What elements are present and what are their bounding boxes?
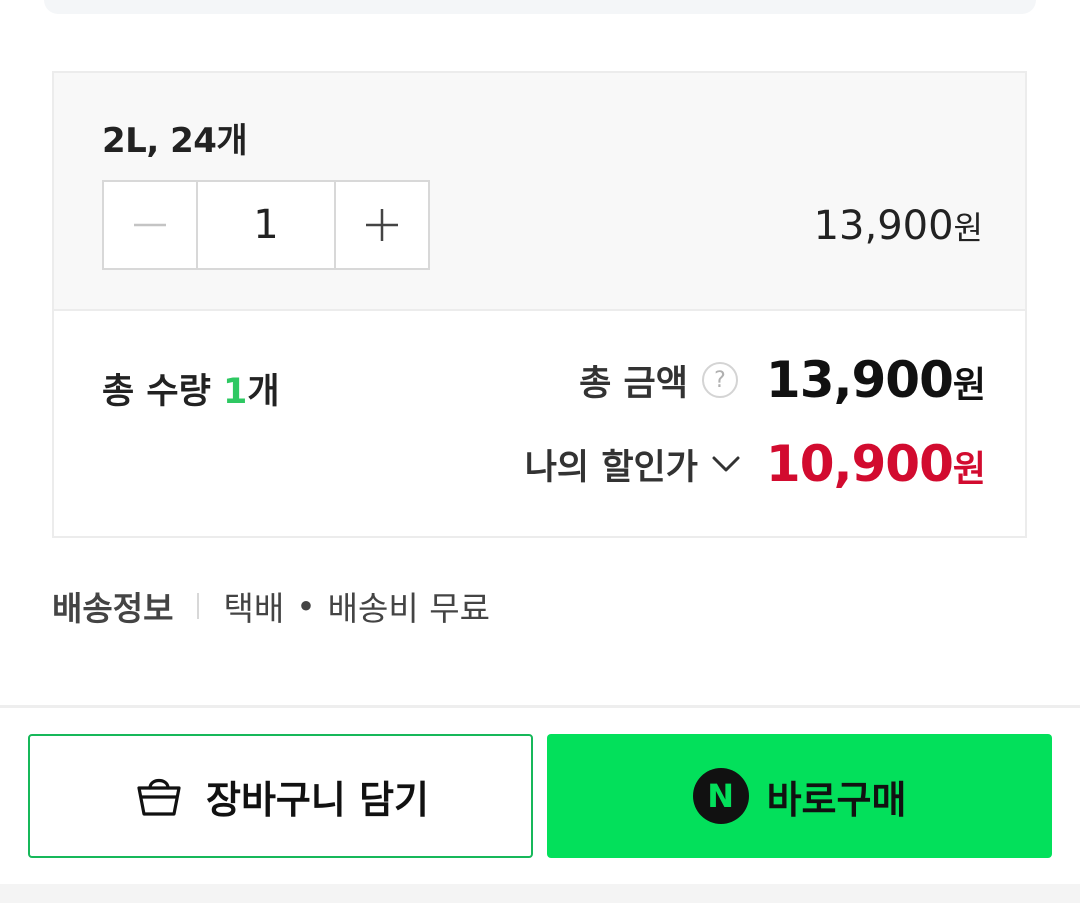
- shipping-label: 배송정보: [52, 589, 174, 628]
- shipping-fee: 배송비 무료: [327, 589, 490, 628]
- shipping-method: 택배: [223, 589, 285, 628]
- total-quantity-unit: 개: [247, 372, 280, 412]
- question-circle-icon[interactable]: ?: [701, 362, 738, 398]
- buy-now-button[interactable]: N 바로구매: [547, 734, 1052, 858]
- discount-number: 10,900: [765, 435, 954, 493]
- increase-quantity-button[interactable]: [334, 182, 428, 268]
- discount-row[interactable]: 나의 할인가 10,900원: [525, 435, 986, 493]
- selected-option-panel: 2L, 24개 1 13,900원 총 수량 1개 총 금액 ? 13,900원…: [52, 71, 1027, 538]
- total-amount-number: 13,900: [765, 351, 954, 409]
- order-summary: 총 수량 1개 총 금액 ? 13,900원 나의 할인가 10,900원: [54, 311, 1025, 536]
- bottom-bar-divider: [0, 705, 1080, 708]
- quantity-value[interactable]: 1: [198, 182, 334, 268]
- discount-label[interactable]: 나의 할인가: [525, 439, 698, 490]
- total-amount-value: 13,900원: [765, 351, 986, 409]
- option-price-unit: 원: [953, 209, 983, 247]
- add-to-cart-button[interactable]: 장바구니 담기: [28, 734, 533, 858]
- previous-section-edge: [44, 0, 1036, 14]
- minus-icon: [134, 223, 166, 227]
- shipping-info: 배송정보 택배 • 배송비 무료: [52, 582, 490, 630]
- quantity-stepper: 1: [102, 180, 430, 270]
- total-amount-row: 총 금액 ? 13,900원: [579, 351, 986, 409]
- shopping-bag-icon: [132, 769, 186, 823]
- decrease-quantity-button[interactable]: [104, 182, 198, 268]
- option-price: 13,900원: [814, 203, 983, 249]
- total-quantity: 총 수량 1개: [102, 363, 280, 414]
- total-quantity-label: 총 수량: [102, 372, 223, 412]
- add-to-cart-label: 장바구니 담기: [206, 777, 429, 822]
- total-amount-unit: 원: [952, 365, 986, 406]
- chevron-down-icon[interactable]: [708, 446, 744, 482]
- naver-n-icon: N: [692, 768, 749, 824]
- bottom-strip: [0, 884, 1080, 903]
- shipping-dot: •: [296, 586, 316, 626]
- buy-now-label: 바로구매: [766, 777, 907, 822]
- total-amount-label: 총 금액: [579, 363, 688, 404]
- option-price-value: 13,900: [813, 203, 954, 249]
- discount-value: 10,900원: [765, 435, 986, 493]
- discount-unit: 원: [952, 449, 986, 490]
- total-quantity-count: 1: [222, 372, 248, 412]
- plus-icon: [366, 209, 398, 241]
- option-name: 2L, 24개: [102, 121, 248, 161]
- option-item: 2L, 24개 1 13,900원: [54, 73, 1025, 311]
- shipping-divider: [197, 593, 200, 619]
